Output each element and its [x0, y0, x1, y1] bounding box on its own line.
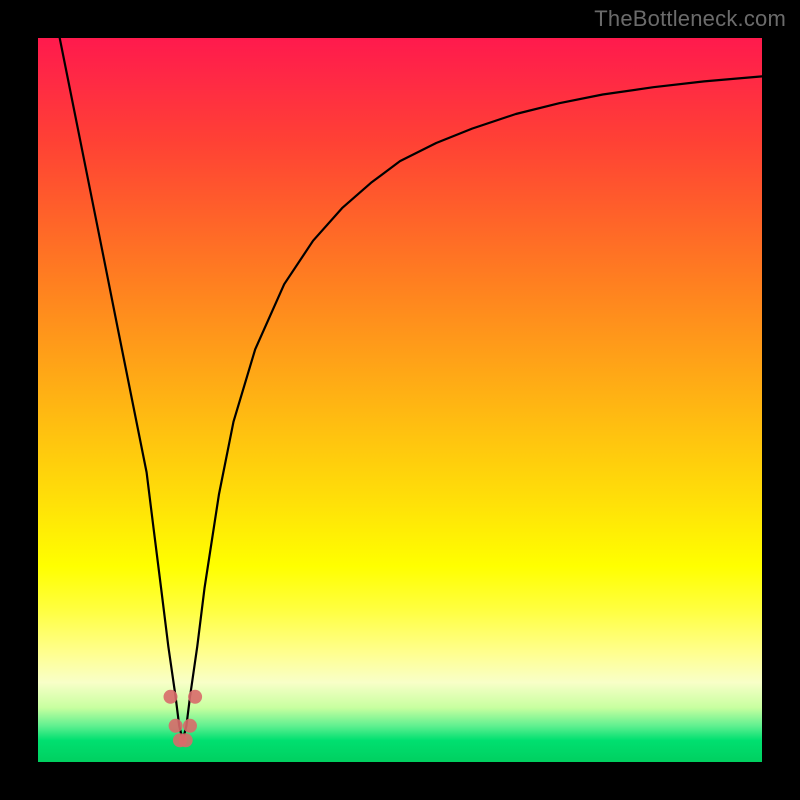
chart-frame — [38, 38, 762, 762]
trough-dot — [179, 733, 193, 747]
trough-dot — [188, 690, 202, 704]
bottleneck-curve — [38, 38, 762, 762]
trough-dot — [169, 719, 183, 733]
watermark-text: TheBottleneck.com — [594, 6, 786, 32]
trough-dot — [183, 719, 197, 733]
trough-dot — [164, 690, 178, 704]
